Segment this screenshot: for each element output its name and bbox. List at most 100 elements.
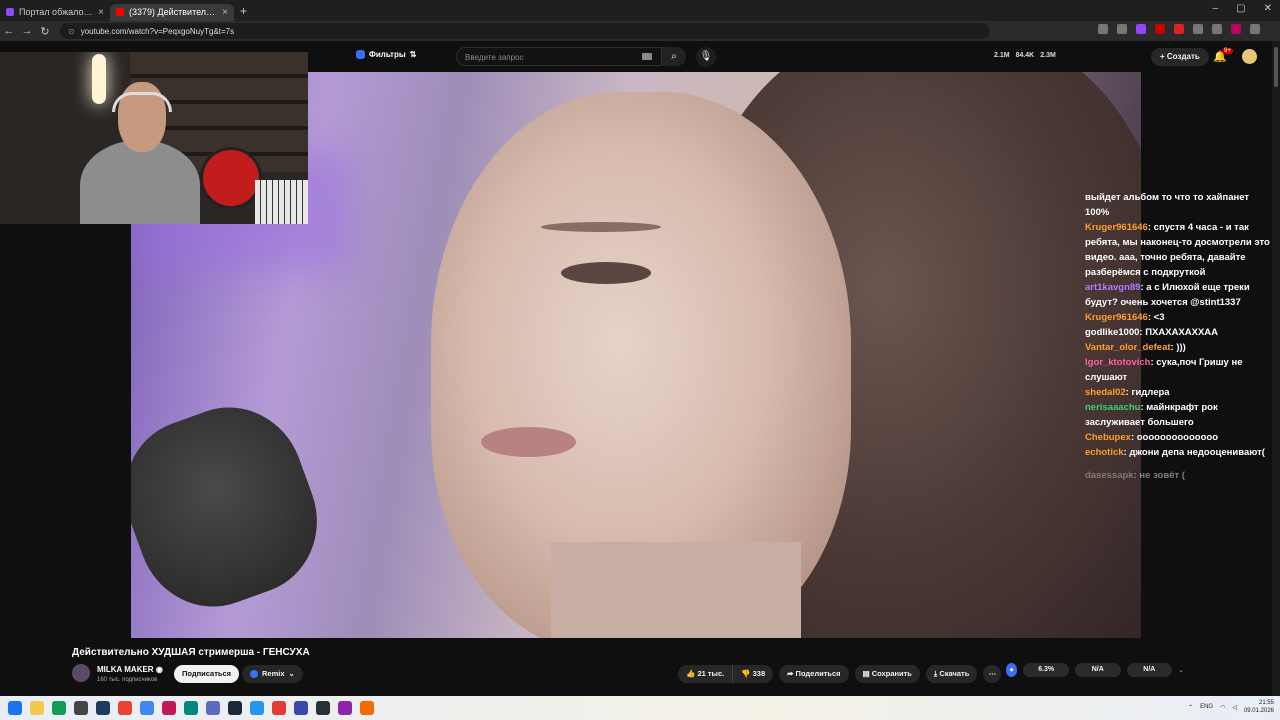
- download-button[interactable]: ⤓ Скачать: [925, 665, 978, 683]
- page-scrollbar[interactable]: [1272, 41, 1280, 696]
- download-icon: ⤓: [933, 669, 938, 678]
- language-indicator[interactable]: ENG: [1200, 704, 1213, 710]
- create-button[interactable]: + Создать: [1151, 48, 1209, 66]
- thumb-up-icon: 👍: [686, 669, 696, 678]
- forward-icon[interactable]: →: [18, 25, 36, 37]
- like-button[interactable]: 👍 21 тыс.: [678, 665, 734, 683]
- chat-username[interactable]: shedal02: [1085, 387, 1126, 398]
- wifi-icon[interactable]: ◠: [1220, 704, 1225, 711]
- chat-message: shedal02: гидлера: [1085, 385, 1271, 400]
- obs-icon[interactable]: [338, 701, 352, 715]
- chat-message: Igor_ktotovich: сука,поч Гришу не слушаю…: [1085, 355, 1271, 385]
- app-icon[interactable]: [140, 701, 154, 715]
- filters-button[interactable]: Фильтры ⇅: [356, 50, 416, 59]
- file-explorer-icon[interactable]: [30, 701, 44, 715]
- app-icon[interactable]: [294, 701, 308, 715]
- chat-username[interactable]: Igor_ktotovich: [1085, 357, 1150, 368]
- app-icon[interactable]: [272, 701, 286, 715]
- app-icon[interactable]: [360, 701, 374, 715]
- like-count: 21 тыс.: [697, 669, 725, 678]
- remix-button[interactable]: Remix ⌄: [242, 665, 303, 683]
- more-dots-icon: ⋯: [988, 669, 997, 678]
- chat-username[interactable]: dasessapk: [1085, 470, 1134, 481]
- site-info-icon[interactable]: ⊙: [68, 27, 75, 36]
- address-input[interactable]: ⊙ youtube.com/watch?v=PeqxgoNuyTg&t=7s: [60, 23, 990, 39]
- more-actions-button[interactable]: ⋯: [983, 665, 1002, 683]
- app-icon[interactable]: [96, 701, 110, 715]
- back-icon[interactable]: ←: [0, 25, 18, 37]
- maximize-icon[interactable]: ▢: [1236, 3, 1245, 14]
- share-button[interactable]: ➦ Поделиться: [779, 665, 849, 683]
- share-label: Поделиться: [795, 669, 841, 678]
- edge-icon[interactable]: [52, 701, 66, 715]
- profile-icon[interactable]: [1231, 24, 1241, 34]
- clock[interactable]: 21:55 09.01.2026: [1244, 699, 1274, 715]
- chat-username[interactable]: nerisaaachu: [1085, 402, 1140, 413]
- keyboard-icon[interactable]: [642, 53, 652, 60]
- chat-username[interactable]: echotick: [1085, 447, 1124, 458]
- close-tab-icon[interactable]: ×: [98, 7, 104, 18]
- minimize-icon[interactable]: –: [1213, 3, 1219, 14]
- chat-username[interactable]: Kruger961646: [1085, 312, 1148, 323]
- chrome-icon[interactable]: [118, 701, 132, 715]
- app-icon[interactable]: [250, 701, 264, 715]
- bookmark-star-icon[interactable]: [1117, 24, 1127, 34]
- account-avatar[interactable]: [1242, 49, 1257, 64]
- notification-badge: 9+: [1222, 48, 1233, 54]
- tab-twitch[interactable]: Портал обжалования - Twitch ×: [0, 4, 110, 21]
- tab-title: Портал обжалования - Twitch: [19, 7, 94, 17]
- remix-icon: [250, 670, 258, 678]
- webcam-sign: [200, 147, 262, 209]
- tray-chevron-icon[interactable]: ⌃: [1188, 704, 1193, 711]
- extension-icon[interactable]: [1174, 24, 1184, 34]
- scrollbar-thumb[interactable]: [1274, 47, 1278, 87]
- chat-username[interactable]: Vantar_olor_defeat: [1085, 342, 1171, 353]
- chat-message: nerisaaachu: майнкрафт рок заслуживает б…: [1085, 400, 1271, 430]
- voice-search-button[interactable]: 🎙: [696, 47, 716, 67]
- chat-text: джони депа недооценивают(: [1129, 447, 1265, 458]
- extension-icon[interactable]: [1136, 24, 1146, 34]
- search-button[interactable]: ⌕: [662, 47, 686, 66]
- start-menu-icon[interactable]: [8, 701, 22, 715]
- steam-icon[interactable]: [228, 701, 242, 715]
- channel-avatar[interactable]: [72, 664, 90, 682]
- channel-name-text: MILKA MAKER: [97, 665, 154, 674]
- save-button[interactable]: ▤ Сохранить: [854, 665, 920, 683]
- volume-icon[interactable]: ◁: [1232, 704, 1237, 711]
- subscriber-count: 160 тыс. подписчиков: [97, 677, 158, 683]
- dislike-button[interactable]: 👎 338: [733, 665, 774, 683]
- extension-logo-icon[interactable]: ◆: [1006, 663, 1018, 677]
- verified-icon: ◉: [155, 665, 163, 674]
- cast-icon[interactable]: [1098, 24, 1108, 34]
- stat-value: 2.3M: [1040, 52, 1056, 59]
- taskbar-apps: [8, 701, 374, 715]
- thumb-down-icon: 👎: [741, 669, 751, 678]
- chat-username[interactable]: godlike1000: [1085, 327, 1139, 338]
- menu-dots-icon[interactable]: [1250, 24, 1260, 34]
- download-icon[interactable]: [1212, 24, 1222, 34]
- chat-username[interactable]: Kruger961646: [1085, 222, 1148, 233]
- chat-text: не зовёт (: [1139, 470, 1185, 481]
- subscribe-button[interactable]: Подписаться: [174, 665, 240, 683]
- webcam-headphones: [112, 92, 172, 112]
- mic-icon: 🎙: [699, 51, 713, 62]
- app-icon[interactable]: [206, 701, 220, 715]
- app-icon[interactable]: [74, 701, 88, 715]
- reload-icon[interactable]: ↻: [36, 25, 54, 38]
- tab-youtube[interactable]: (3379) Действительно ХУДШАЯ стримерша - …: [110, 3, 234, 21]
- app-icon[interactable]: [162, 701, 176, 715]
- channel-name[interactable]: MILKA MAKER ◉: [97, 665, 163, 674]
- video-actions: 👍 21 тыс. 👎 338 ➦ Поделиться ▤ Сохранить…: [678, 665, 1002, 683]
- chat-message: выйдет альбом то что то хайпанет 100%: [1085, 190, 1271, 220]
- new-tab-button[interactable]: +: [240, 4, 247, 18]
- chat-username[interactable]: art1kavgn89: [1085, 282, 1140, 293]
- close-tab-icon[interactable]: ×: [222, 7, 228, 18]
- app-icon[interactable]: [316, 701, 330, 715]
- extensions-puzzle-icon[interactable]: [1193, 24, 1203, 34]
- extension-icon[interactable]: [1155, 24, 1165, 34]
- chevron-down-icon[interactable]: ⌄: [1178, 666, 1184, 674]
- close-window-icon[interactable]: ✕: [1264, 3, 1272, 14]
- search-input[interactable]: Введите запрос: [456, 47, 662, 66]
- app-icon[interactable]: [184, 701, 198, 715]
- chat-username[interactable]: Chebupex: [1085, 432, 1131, 443]
